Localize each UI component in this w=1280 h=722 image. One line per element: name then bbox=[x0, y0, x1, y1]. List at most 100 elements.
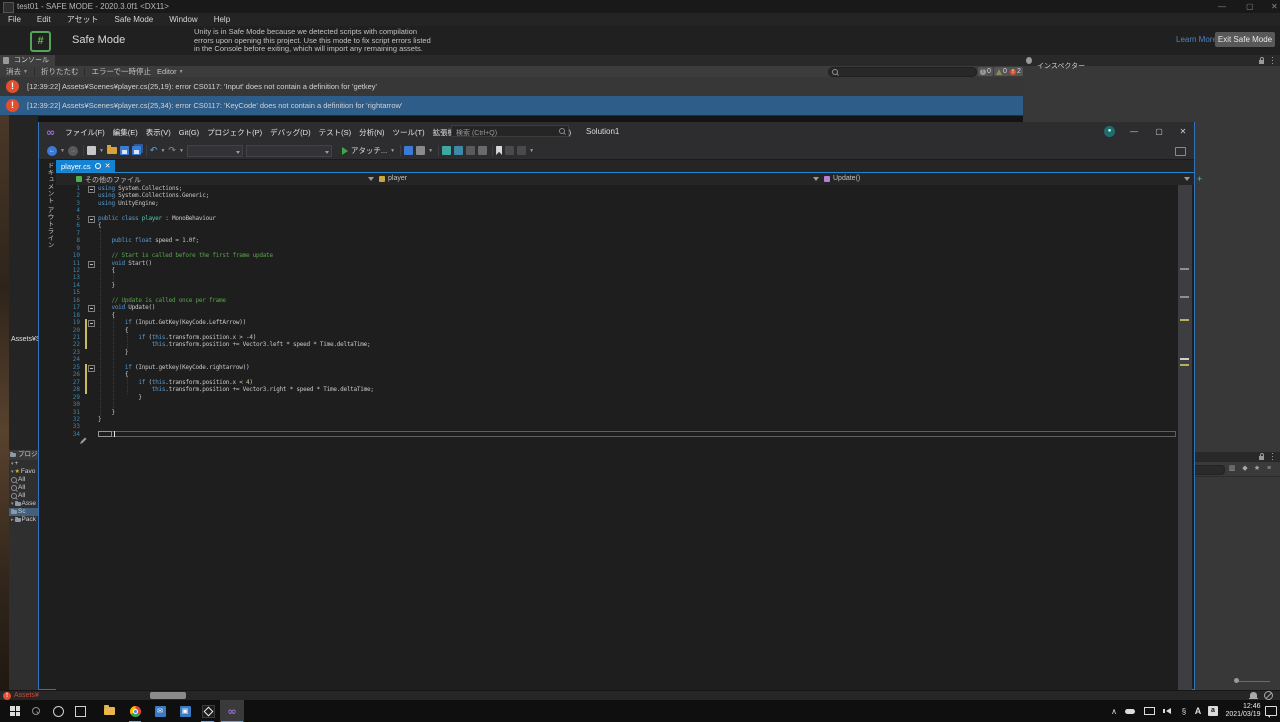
breadcrumb-scope[interactable]: その他のファイル bbox=[85, 175, 141, 185]
save-icon[interactable] bbox=[119, 146, 129, 155]
code-line[interactable]: 19 if (Input.GetKey(KeyCode.LeftArrow)) bbox=[56, 319, 246, 328]
code-line[interactable]: 20 { bbox=[56, 327, 129, 334]
chrome-icon[interactable] bbox=[126, 700, 144, 722]
start-button[interactable] bbox=[6, 700, 24, 722]
properties-icon[interactable] bbox=[416, 146, 426, 155]
cortana-icon[interactable] bbox=[50, 700, 66, 722]
console-error-pause-button[interactable]: エラーで一時停止 bbox=[91, 66, 151, 77]
document-outline-side-tab[interactable]: ドキュメント アウトライン bbox=[41, 162, 54, 282]
close-tab-icon[interactable]: ✕ bbox=[105, 162, 111, 170]
code-line[interactable]: 25 if (Input.getkey(KeyCode.rightarrow)) bbox=[56, 364, 250, 372]
unity-menu-help[interactable]: Help bbox=[214, 15, 238, 24]
console-search-input[interactable] bbox=[828, 67, 977, 77]
uncomment-icon[interactable] bbox=[478, 146, 488, 155]
vs-quick-search-input[interactable]: 検索 (Ctrl+Q) bbox=[451, 125, 569, 137]
columns-icon[interactable]: ▥ bbox=[1228, 465, 1236, 473]
code-line[interactable]: 8 public float speed = 1.0f; bbox=[56, 237, 199, 244]
filter-icon[interactable]: ≡ bbox=[1265, 465, 1273, 473]
code-line[interactable]: 14 } bbox=[56, 282, 115, 289]
file-explorer-icon[interactable] bbox=[100, 700, 118, 722]
code-line[interactable]: 6{ bbox=[56, 222, 101, 229]
code-line[interactable]: 24 bbox=[56, 356, 98, 363]
task-view-icon[interactable] bbox=[72, 700, 88, 722]
tree-arrow-icon[interactable]: ▾ bbox=[11, 460, 14, 468]
code-line[interactable]: 4 bbox=[56, 207, 98, 214]
chevron-down-icon[interactable]: ▼ bbox=[99, 148, 104, 154]
display-icon[interactable] bbox=[1142, 700, 1156, 722]
network-icon[interactable]: § bbox=[1178, 700, 1190, 722]
project-item-sc[interactable]: Sc bbox=[9, 508, 38, 516]
code-line[interactable]: 3 using UnityEngine; bbox=[56, 200, 158, 207]
chevron-down-icon[interactable] bbox=[368, 177, 374, 181]
project-item-all[interactable]: All bbox=[9, 492, 38, 500]
tree-arrow-icon[interactable]: ▸ bbox=[11, 516, 14, 524]
bookmark-icon[interactable] bbox=[496, 146, 503, 155]
ime-edit-box[interactable] bbox=[98, 430, 1176, 438]
code-line[interactable]: 15 bbox=[56, 289, 98, 296]
inspector-tab[interactable]: インスペクター bbox=[1023, 63, 1085, 70]
unity-menu-window[interactable]: Window bbox=[169, 15, 205, 24]
unity-close-button[interactable]: ✕ bbox=[1271, 2, 1278, 11]
code-line[interactable]: 31 } bbox=[56, 409, 115, 416]
ime-mode-indicator[interactable]: A bbox=[1192, 700, 1204, 722]
visual-studio-taskbar-icon[interactable]: ∞ bbox=[220, 700, 244, 722]
console-collapse-button[interactable]: 折りたたむ bbox=[41, 66, 79, 77]
code-line[interactable]: 26 { bbox=[56, 371, 129, 378]
find-in-files-icon[interactable] bbox=[442, 146, 452, 155]
vs-maximize-button[interactable]: ▢ bbox=[1149, 127, 1169, 136]
console-error-count[interactable]: ! 2 bbox=[1008, 67, 1023, 76]
code-line[interactable]: 17 void Update() bbox=[56, 304, 155, 313]
unity-menu-file[interactable]: File bbox=[8, 15, 29, 24]
vs-menu-3[interactable]: Git(G) bbox=[175, 128, 203, 137]
kebab-menu-icon[interactable] bbox=[1272, 57, 1273, 64]
code-line[interactable]: 33 bbox=[56, 423, 98, 430]
unity-menu-safe-mode[interactable]: Safe Mode bbox=[115, 15, 162, 24]
bell-icon[interactable] bbox=[1249, 692, 1258, 699]
code-line[interactable]: 22 this.transform.position += Vector3.le… bbox=[56, 341, 371, 348]
unity-maximize-button[interactable]: ▢ bbox=[1246, 2, 1254, 11]
learn-more-link[interactable]: Learn More bbox=[1176, 35, 1217, 44]
onedrive-icon[interactable] bbox=[1123, 700, 1137, 722]
project-tab[interactable]: プロジェク bbox=[9, 450, 38, 460]
unity-taskbar-icon[interactable] bbox=[199, 700, 217, 722]
code-line[interactable]: 18 { bbox=[56, 312, 115, 319]
code-line[interactable]: 13 bbox=[56, 274, 98, 281]
code-line[interactable]: 16 // Update is called once per frame bbox=[56, 297, 226, 304]
code-line[interactable]: 1 using System.Collections; bbox=[56, 185, 182, 193]
vs-menu-7[interactable]: 分析(N) bbox=[355, 127, 388, 138]
code-line[interactable]: 29 } bbox=[56, 394, 142, 401]
console-tab[interactable]: コンソール bbox=[0, 55, 55, 66]
console-entry[interactable]: ! [12:39:22] Assets¥Scenes¥player.cs(25,3… bbox=[0, 96, 1023, 116]
lock-icon[interactable] bbox=[1259, 57, 1264, 64]
solution-explorer-icon[interactable] bbox=[404, 146, 414, 155]
editor-scrollbar[interactable] bbox=[1178, 185, 1192, 690]
platform-dropdown[interactable] bbox=[245, 144, 332, 157]
navigate-forward-icon[interactable]: → bbox=[67, 145, 78, 156]
console-entry[interactable]: ! [12:39:22] Assets¥Scenes¥player.cs(25,1… bbox=[0, 77, 1023, 97]
console-clear-button[interactable]: 消去 bbox=[6, 66, 21, 77]
prev-bookmark-icon[interactable] bbox=[505, 146, 515, 155]
status-error-icon[interactable]: ! bbox=[3, 692, 11, 700]
console-editor-dropdown[interactable]: Editor bbox=[157, 67, 177, 76]
save-all-icon[interactable] bbox=[131, 146, 141, 155]
exit-safe-mode-button[interactable]: Exit Safe Mode bbox=[1215, 32, 1275, 47]
code-line[interactable]: 12 { bbox=[56, 267, 115, 274]
breadcrumb-type[interactable]: player bbox=[388, 175, 407, 182]
chevron-down-icon[interactable]: ▼ bbox=[60, 148, 65, 154]
code-line[interactable]: 30 bbox=[56, 401, 98, 408]
kebab-menu-icon[interactable] bbox=[1272, 453, 1273, 460]
taskbar-search-icon[interactable] bbox=[28, 700, 44, 722]
undo-icon[interactable]: ↶ bbox=[150, 146, 158, 156]
find-next-icon[interactable] bbox=[454, 146, 464, 155]
vs-menu-6[interactable]: テスト(S) bbox=[315, 127, 356, 138]
comment-icon[interactable] bbox=[466, 146, 476, 155]
code-line[interactable]: 7 bbox=[56, 230, 98, 237]
console-info-count[interactable]: ! 0 bbox=[978, 67, 993, 76]
store-app-icon[interactable]: ▣ bbox=[176, 700, 194, 722]
ime-icon[interactable]: a bbox=[1206, 700, 1220, 722]
vs-menu-0[interactable]: ファイル(F) bbox=[61, 127, 109, 138]
unity-minimize-button[interactable]: — bbox=[1218, 2, 1226, 11]
next-bookmark-icon[interactable] bbox=[517, 146, 527, 155]
code-line[interactable]: 23 } bbox=[56, 349, 129, 356]
code-line[interactable]: 21 if (this.transform.position.x > -4) bbox=[56, 334, 257, 341]
